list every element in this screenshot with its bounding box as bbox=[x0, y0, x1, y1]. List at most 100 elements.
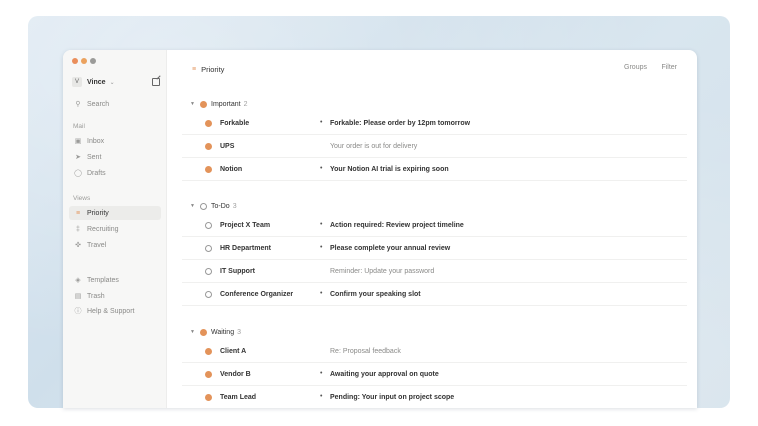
groups-button[interactable]: Groups bbox=[624, 64, 647, 71]
minimize-dot[interactable] bbox=[81, 58, 87, 64]
list-item[interactable]: Team Lead • Pending: Your input on proje… bbox=[182, 386, 687, 408]
compose-icon[interactable] bbox=[152, 78, 160, 86]
sidebar-item-travel[interactable]: ✜ Travel bbox=[69, 238, 161, 252]
draft-icon: ◯ bbox=[74, 170, 82, 177]
sidebar-item-label: Trash bbox=[87, 292, 105, 300]
sidebar-item-label: Help & Support bbox=[87, 307, 135, 315]
topbar: ≡ Priority Groups Filter bbox=[168, 50, 697, 88]
status-dot-icon bbox=[205, 348, 212, 355]
search-label: Search bbox=[87, 100, 110, 108]
subject: Pending: Your input on project scope bbox=[330, 394, 455, 401]
priority-icon: ≡ bbox=[75, 209, 81, 217]
status-dot-icon bbox=[205, 245, 212, 252]
status-dot-icon bbox=[205, 143, 212, 150]
group-header-important[interactable]: ▼ Important 2 bbox=[190, 98, 247, 110]
sender: Forkable bbox=[220, 120, 250, 127]
sender: IT Support bbox=[220, 268, 255, 275]
sidebar-item-sent[interactable]: ➤ Sent bbox=[69, 150, 161, 164]
page-title: ≡ Priority bbox=[192, 65, 224, 74]
subject: Awaiting your approval on quote bbox=[330, 371, 439, 378]
status-dot-icon bbox=[205, 268, 212, 275]
inbox-icon: ▣ bbox=[74, 138, 82, 145]
send-icon: ➤ bbox=[75, 154, 81, 161]
sender: HR Department bbox=[220, 245, 271, 252]
section-label-views: Views bbox=[73, 195, 91, 202]
subject: Action required: Review project timeline bbox=[330, 222, 464, 229]
unread-bullet-icon: • bbox=[320, 244, 323, 251]
sidebar-item-label: Priority bbox=[87, 209, 109, 217]
group-header-waiting[interactable]: ▼ Waiting 3 bbox=[190, 326, 241, 338]
search-icon: ⚲ bbox=[75, 101, 81, 108]
group-count: 3 bbox=[237, 328, 241, 336]
sender: Conference Organizer bbox=[220, 291, 294, 298]
filter-button[interactable]: Filter bbox=[661, 64, 677, 71]
group-label: Important bbox=[211, 100, 241, 108]
sender: Vendor B bbox=[220, 371, 251, 378]
sender: UPS bbox=[220, 143, 235, 150]
group-status-icon bbox=[200, 202, 207, 210]
unread-bullet-icon: • bbox=[320, 393, 323, 400]
status-dot-icon bbox=[205, 222, 212, 229]
sender: Project X Team bbox=[220, 222, 271, 229]
trash-icon: ▤ bbox=[74, 293, 82, 300]
sidebar-item-trash[interactable]: ▤ Trash bbox=[69, 289, 161, 303]
sender: Notion bbox=[220, 166, 243, 173]
main-panel: ≡ Priority Groups Filter ▼ Important 2 F… bbox=[168, 50, 697, 408]
status-dot-icon bbox=[205, 291, 212, 298]
caret-down-icon: ▼ bbox=[190, 203, 195, 209]
window-controls bbox=[72, 58, 96, 64]
sidebar-item-priority[interactable]: ≡ Priority bbox=[69, 206, 161, 220]
sidebar-item-recruiting[interactable]: ‡ Recruiting bbox=[69, 222, 161, 236]
sidebar-item-label: Inbox bbox=[87, 137, 105, 145]
page-title-text: Priority bbox=[201, 65, 225, 74]
group-count: 3 bbox=[232, 202, 237, 210]
list-item[interactable]: Conference Organizer • Confirm your spea… bbox=[182, 283, 687, 306]
group-header-todo[interactable]: ▼ To-Do 3 bbox=[190, 200, 237, 212]
recruiting-icon: ‡ bbox=[76, 225, 80, 233]
subject: Your order is out for delivery bbox=[330, 143, 418, 150]
group-label: Waiting bbox=[211, 328, 235, 336]
unread-bullet-icon: • bbox=[320, 221, 323, 228]
subject: Reminder: Update your password bbox=[330, 268, 435, 275]
caret-down-icon: ▼ bbox=[190, 101, 195, 107]
list-item[interactable]: HR Department • Please complete your ann… bbox=[182, 237, 687, 260]
unread-bullet-icon: • bbox=[320, 165, 323, 172]
subject: Please complete your annual review bbox=[330, 245, 451, 252]
search-button[interactable]: ⚲ Search bbox=[69, 97, 161, 111]
list-item[interactable]: UPS Your order is out for delivery bbox=[182, 135, 687, 158]
group-status-icon bbox=[200, 100, 207, 108]
sidebar-item-label: Templates bbox=[87, 276, 119, 284]
account-switcher[interactable]: V Vince ⌄ bbox=[72, 76, 160, 88]
sender: Team Lead bbox=[220, 394, 257, 401]
status-dot-icon bbox=[205, 371, 212, 378]
close-dot[interactable] bbox=[72, 58, 78, 64]
group-status-icon bbox=[200, 328, 207, 336]
list-item[interactable]: Notion • Your Notion AI trial is expirin… bbox=[182, 158, 687, 181]
group-count: 2 bbox=[243, 100, 248, 108]
zoom-dot[interactable] bbox=[90, 58, 96, 64]
list-item[interactable]: Forkable • Forkable: Please order by 12p… bbox=[182, 112, 687, 135]
status-dot-icon bbox=[205, 166, 212, 173]
sidebar-item-inbox[interactable]: ▣ Inbox bbox=[69, 134, 161, 148]
avatar: V bbox=[72, 77, 82, 87]
sidebar-item-label: Drafts bbox=[87, 169, 106, 177]
list-item[interactable]: Vendor B • Awaiting your approval on quo… bbox=[182, 363, 687, 386]
unread-bullet-icon: • bbox=[320, 370, 323, 377]
priority-icon: ≡ bbox=[192, 66, 197, 73]
status-dot-icon bbox=[205, 120, 212, 127]
sidebar-item-label: Recruiting bbox=[87, 225, 119, 233]
sidebar-item-label: Sent bbox=[87, 153, 102, 161]
sidebar-item-help[interactable]: ⓘ Help & Support bbox=[69, 304, 161, 318]
caret-down-icon: ▼ bbox=[190, 329, 195, 335]
account-name: Vince bbox=[87, 78, 106, 86]
list-item[interactable]: Client A Re: Proposal feedback bbox=[182, 340, 687, 363]
sidebar-item-label: Travel bbox=[87, 241, 107, 249]
subject: Forkable: Please order by 12pm tomorrow bbox=[330, 120, 471, 127]
sidebar-item-templates[interactable]: ◈ Templates bbox=[69, 273, 161, 287]
sidebar-item-drafts[interactable]: ◯ Drafts bbox=[69, 166, 161, 180]
chevron-down-icon: ⌄ bbox=[109, 79, 115, 86]
plane-icon: ✜ bbox=[75, 242, 81, 249]
section-label-mail: Mail bbox=[73, 123, 85, 130]
list-item[interactable]: Project X Team • Action required: Review… bbox=[182, 214, 687, 237]
list-item[interactable]: IT Support Reminder: Update your passwor… bbox=[182, 260, 687, 283]
